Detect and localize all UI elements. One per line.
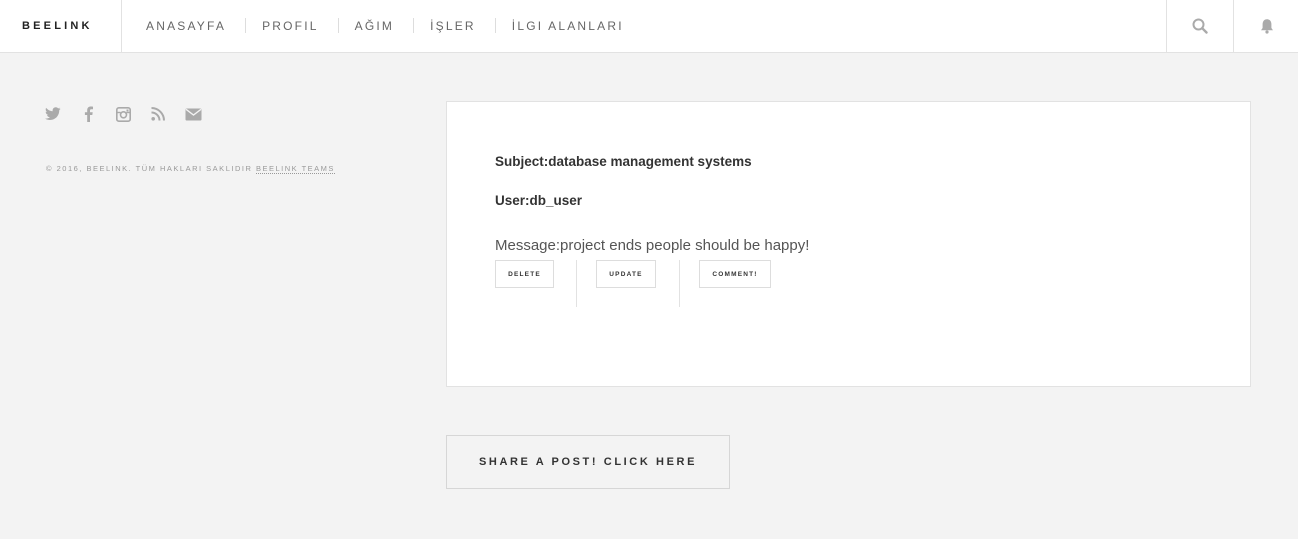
update-button[interactable]: UPDATE: [596, 260, 656, 288]
facebook-link[interactable]: [79, 105, 97, 123]
nav-item-agim[interactable]: AĞIM: [337, 0, 413, 52]
copyright-text: © 2016, BEELINK. TÜM HAKLARI SAKLIDIR BE…: [46, 164, 335, 174]
twitter-link[interactable]: [44, 105, 62, 123]
bell-icon: [1260, 19, 1273, 34]
social-links: [44, 105, 219, 123]
email-link[interactable]: [184, 105, 202, 123]
divider: [679, 260, 680, 307]
post-message: Message:project ends people should be ha…: [495, 237, 810, 254]
notifications-button[interactable]: [1233, 0, 1298, 52]
main-nav: ANASAYFA PROFIL AĞIM İŞLER İLGI ALANLARI: [122, 0, 643, 52]
divider: [576, 260, 577, 307]
nav-item-anasayfa[interactable]: ANASAYFA: [122, 0, 245, 52]
rss-link[interactable]: [149, 105, 167, 123]
nav-item-profil[interactable]: PROFIL: [245, 0, 338, 52]
instagram-icon: [115, 106, 131, 122]
nav-item-ilgi-alanlari[interactable]: İLGI ALANLARI: [494, 0, 643, 52]
top-navbar: BEELINK ANASAYFA PROFIL AĞIM İŞLER İLGI …: [0, 0, 1298, 53]
post-subject: Subject:database management systems: [495, 154, 752, 169]
delete-button[interactable]: DELETE: [495, 260, 554, 288]
share-post-button[interactable]: SHARE A POST! CLICK HERE: [446, 435, 730, 489]
post-card: Subject:database management systems User…: [446, 101, 1251, 387]
instagram-link[interactable]: [114, 105, 132, 123]
facebook-icon: [84, 106, 93, 122]
team-link[interactable]: BEELINK TEAMS: [255, 164, 335, 174]
mail-icon: [185, 108, 201, 120]
comment-button[interactable]: COMMENT!: [699, 260, 771, 288]
rss-icon: [151, 107, 165, 121]
twitter-icon: [45, 107, 61, 120]
nav-item-isler[interactable]: İŞLER: [413, 0, 495, 52]
post-user: User:db_user: [495, 193, 583, 208]
search-icon: [1192, 18, 1208, 34]
copyright-label: © 2016, BEELINK. TÜM HAKLARI SAKLIDIR: [46, 164, 253, 173]
brand-logo[interactable]: BEELINK: [0, 0, 122, 52]
search-button[interactable]: [1166, 0, 1232, 52]
